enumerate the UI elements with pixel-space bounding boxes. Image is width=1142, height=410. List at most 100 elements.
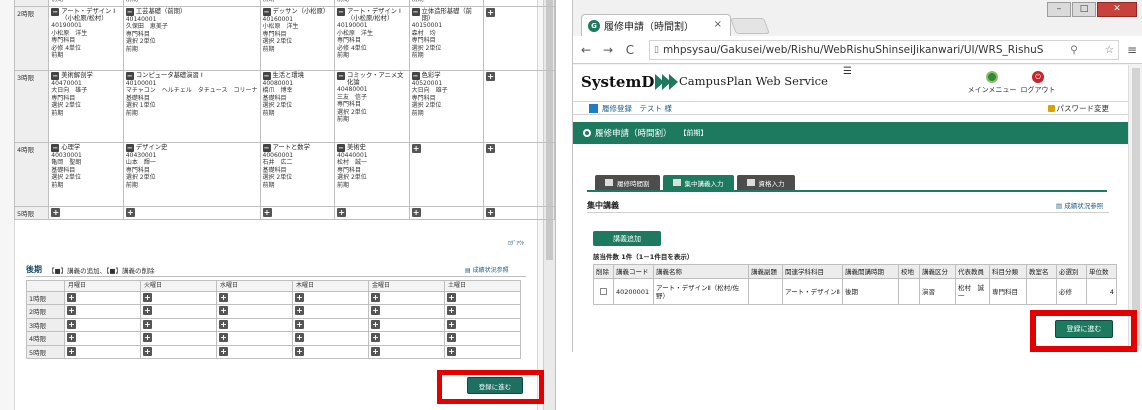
- add-lecture-plus-icon[interactable]: +: [125, 208, 135, 217]
- add-lecture-button[interactable]: 講義追加: [593, 231, 661, 246]
- add-lecture-plus-icon[interactable]: +: [295, 293, 304, 302]
- lecture-name[interactable]: アート・デザイン I（小松原/松村）: [347, 8, 407, 22]
- lecture-name[interactable]: 美術史: [347, 144, 366, 151]
- remove-lecture-minus-icon[interactable]: −: [125, 72, 134, 80]
- left-seiseki-link-label[interactable]: 成績状況参照: [473, 267, 509, 274]
- password-change-link[interactable]: パスワード変更: [1047, 103, 1110, 114]
- bookmark-star-icon[interactable]: ☆: [1105, 44, 1114, 56]
- add-lecture-plus-icon[interactable]: +: [411, 208, 421, 217]
- add-lecture-plus-icon[interactable]: +: [143, 333, 152, 343]
- add-lecture-plus-icon[interactable]: +: [219, 319, 228, 329]
- lecture-name[interactable]: デザイン史: [136, 144, 167, 151]
- lecture-name[interactable]: 美術解剖学: [61, 72, 92, 79]
- browser-menu-icon[interactable]: ≡: [1127, 43, 1137, 57]
- address-url[interactable]: mhpsysau/Gakusei/web/Rishu/WebRishuShins…: [663, 44, 1043, 56]
- add-lecture-plus-icon[interactable]: +: [67, 306, 76, 316]
- back-arrow-icon[interactable]: ←: [577, 43, 595, 57]
- minimize-button[interactable]: –: [1047, 2, 1071, 17]
- password-change-label[interactable]: パスワード変更: [1057, 103, 1110, 114]
- add-lecture-plus-icon[interactable]: +: [486, 144, 496, 153]
- forward-arrow-icon[interactable]: →: [599, 43, 617, 57]
- add-lecture-plus-icon[interactable]: +: [143, 306, 152, 316]
- add-lecture-plus-icon[interactable]: +: [143, 293, 152, 302]
- remove-lecture-minus-icon[interactable]: −: [262, 72, 271, 80]
- main-menu-button[interactable]: メインメニュー: [967, 71, 1017, 95]
- add-lecture-plus-icon[interactable]: +: [371, 346, 380, 356]
- logout-button[interactable]: ⏻ ログアウト: [1015, 71, 1061, 95]
- add-lecture-plus-icon[interactable]: +: [447, 319, 456, 329]
- tab-close-icon[interactable]: ×: [714, 19, 722, 30]
- lecture-name[interactable]: アート・デザイン I（小松原/松村）: [61, 8, 121, 22]
- remove-lecture-minus-icon[interactable]: −: [337, 72, 346, 80]
- lecture-name[interactable]: コミック・アニメ文化論: [347, 72, 407, 86]
- tab-1[interactable]: 集中講義入力: [662, 175, 734, 190]
- add-lecture-plus-icon[interactable]: +: [486, 72, 496, 81]
- add-lecture-plus-icon[interactable]: +: [371, 333, 380, 343]
- lecture-name[interactable]: 心理学: [61, 144, 80, 151]
- lecture-name[interactable]: 生活と環境: [273, 72, 304, 79]
- lecture-name[interactable]: 工芸基礎（前期）: [136, 8, 186, 15]
- address-bar[interactable]: ▯ mhpsysau/Gakusei/web/Rishu/WebRishuShi…: [649, 39, 1119, 60]
- add-lecture-plus-icon[interactable]: +: [447, 333, 456, 343]
- page-scrollbar[interactable]: [1128, 65, 1142, 352]
- add-lecture-plus-icon[interactable]: +: [295, 319, 304, 329]
- add-lecture-plus-icon[interactable]: +: [295, 346, 304, 356]
- add-lecture-plus-icon[interactable]: +: [67, 333, 76, 343]
- add-lecture-plus-icon[interactable]: +: [295, 333, 304, 343]
- add-lecture-plus-icon[interactable]: +: [371, 306, 380, 316]
- tab-0[interactable]: 履修時間割: [595, 175, 660, 190]
- reload-icon[interactable]: C: [621, 43, 639, 57]
- add-lecture-plus-icon[interactable]: +: [143, 346, 152, 356]
- add-lecture-plus-icon[interactable]: +: [447, 306, 456, 316]
- hamburger-icon[interactable]: ☰: [843, 66, 852, 77]
- add-lecture-plus-icon[interactable]: +: [143, 319, 152, 329]
- left-seiseki-link[interactable]: ▤ 成績状況参照: [465, 265, 509, 274]
- remove-lecture-minus-icon[interactable]: −: [51, 72, 60, 80]
- add-lecture-plus-icon[interactable]: +: [67, 346, 76, 356]
- add-lecture-plus-icon[interactable]: +: [219, 333, 228, 343]
- page-scrollbar-thumb[interactable]: [1132, 68, 1140, 346]
- remove-lecture-minus-icon[interactable]: −: [125, 8, 134, 16]
- remove-lecture-minus-icon[interactable]: −: [411, 8, 420, 16]
- add-lecture-plus-icon[interactable]: +: [447, 346, 456, 356]
- add-lecture-plus-icon[interactable]: +: [371, 319, 380, 329]
- add-lecture-plus-icon[interactable]: +: [219, 293, 228, 302]
- add-lecture-plus-icon[interactable]: +: [411, 144, 421, 153]
- lecture-name[interactable]: アートと数学: [273, 144, 310, 151]
- add-lecture-plus-icon[interactable]: +: [447, 293, 456, 302]
- remove-lecture-minus-icon[interactable]: −: [125, 144, 134, 152]
- lecture-name[interactable]: 色彩学: [422, 72, 441, 79]
- lecture-name[interactable]: コンピュータ基礎演習 I: [136, 72, 203, 79]
- add-lecture-plus-icon[interactable]: +: [337, 208, 347, 217]
- add-lecture-plus-icon[interactable]: +: [51, 208, 61, 217]
- remove-lecture-minus-icon[interactable]: −: [337, 144, 346, 152]
- browser-tab[interactable]: G 履修申請（時間割） ×: [581, 14, 731, 36]
- maximize-button[interactable]: □: [1072, 2, 1096, 17]
- add-lecture-plus-icon[interactable]: +: [486, 208, 496, 217]
- remove-lecture-minus-icon[interactable]: −: [411, 72, 420, 80]
- seiseki-link[interactable]: ▤ 成績状況参照: [1056, 200, 1103, 210]
- small-link[interactable]: ﾛｸﾞｱｳﾄ: [508, 239, 525, 247]
- add-lecture-plus-icon[interactable]: +: [295, 306, 304, 316]
- lecture-name[interactable]: デッサン（小松原）: [273, 8, 330, 15]
- tab-2[interactable]: 資格入力: [736, 175, 795, 190]
- lecture-name[interactable]: 立体造形基礎（前期）: [422, 8, 482, 22]
- add-lecture-plus-icon[interactable]: +: [371, 293, 380, 302]
- new-tab-button[interactable]: [730, 18, 770, 34]
- remove-lecture-minus-icon[interactable]: −: [51, 8, 60, 16]
- add-lecture-plus-icon[interactable]: +: [486, 8, 496, 17]
- window-close-button[interactable]: ✕: [1097, 2, 1137, 17]
- seiseki-link-label[interactable]: 成績状況参照: [1064, 202, 1103, 210]
- zoom-icon[interactable]: ⚲: [1070, 44, 1078, 56]
- add-lecture-plus-icon[interactable]: +: [67, 293, 76, 302]
- add-lecture-plus-icon[interactable]: +: [219, 306, 228, 316]
- user-label[interactable]: 履修登録 テスト 様: [602, 103, 672, 114]
- add-lecture-plus-icon[interactable]: +: [262, 208, 272, 217]
- remove-lecture-minus-icon[interactable]: −: [51, 144, 60, 152]
- add-lecture-plus-icon[interactable]: +: [219, 346, 228, 356]
- add-lecture-plus-icon[interactable]: +: [67, 319, 76, 329]
- remove-lecture-minus-icon[interactable]: −: [262, 8, 271, 16]
- remove-lecture-minus-icon[interactable]: −: [337, 8, 346, 16]
- remove-lecture-minus-icon[interactable]: −: [262, 144, 271, 152]
- delete-checkbox[interactable]: [600, 288, 607, 295]
